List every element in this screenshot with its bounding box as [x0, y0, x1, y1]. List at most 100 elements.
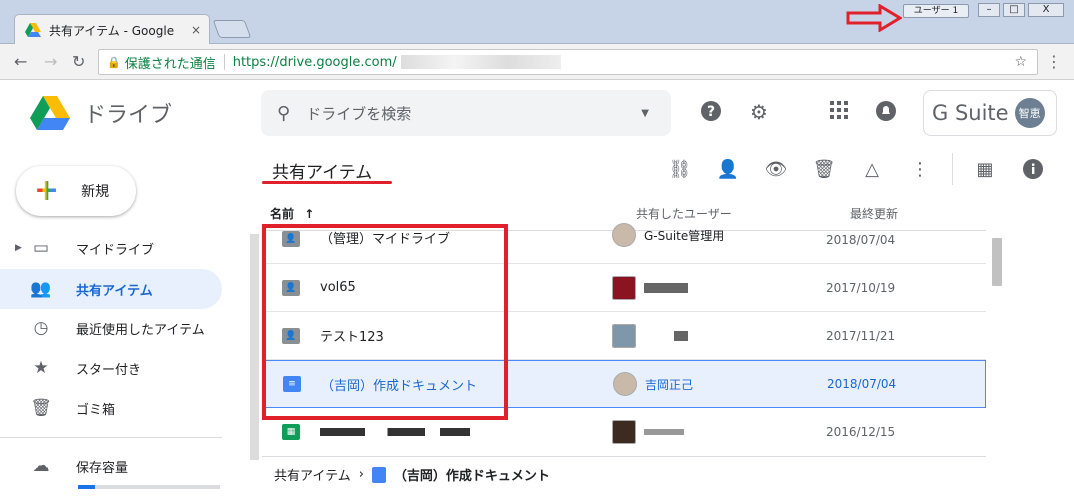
sidebar-item-label: 保存容量	[76, 460, 129, 476]
sidebar-item-starred[interactable]: ★ スター付き	[0, 348, 222, 388]
sidebar-item-label: マイドライブ	[76, 242, 155, 258]
modified-date: 2018/07/04	[826, 233, 896, 247]
storage-usage-bar	[78, 485, 220, 489]
address-bar[interactable]: 🔒 保護された通信 https://drive.google.com/ ☆	[98, 49, 1038, 75]
search-input[interactable]: ドライブを検索	[306, 103, 411, 124]
apps-grid-icon[interactable]	[827, 100, 851, 124]
trash-icon: 🗑	[30, 398, 52, 418]
info-icon[interactable]	[1021, 158, 1045, 182]
redacted-owner	[644, 429, 684, 435]
grid-view-icon[interactable]: ▦	[973, 158, 997, 182]
owner-cell	[612, 420, 826, 444]
cloud-icon: ☁	[32, 456, 50, 476]
more-actions-icon[interactable]: ⋮	[908, 158, 932, 182]
new-tab-button[interactable]	[212, 20, 252, 38]
close-window-button[interactable]: X	[1028, 3, 1064, 17]
gsuite-label: G Suite	[932, 101, 1009, 125]
sidebar-item-recent[interactable]: ◷ 最近使用したアイテム	[0, 308, 222, 348]
reload-icon[interactable]: ↻	[72, 52, 85, 71]
sidebar-item-shared[interactable]: 👥 共有アイテム	[0, 269, 222, 309]
drive-favicon-icon	[25, 23, 41, 37]
get-link-icon[interactable]: ⛓	[668, 158, 692, 182]
toolbar-separator	[952, 153, 953, 185]
tab-title: 共有アイテム - Google	[49, 23, 175, 38]
maximize-button[interactable]: □	[1003, 3, 1025, 17]
avatar	[612, 223, 636, 247]
breadcrumb-chevron-icon: ›	[358, 467, 364, 482]
plus-icon: +	[34, 173, 60, 208]
people-icon: 👥	[30, 279, 52, 299]
storage-usage-fill	[78, 485, 96, 489]
sidebar-divider	[0, 437, 222, 438]
gsuite-account-button[interactable]: G Suite 智恵	[923, 90, 1057, 136]
owner-cell	[612, 275, 826, 300]
sidebar-item-label: 共有アイテム	[76, 283, 153, 299]
sidebar-item-storage[interactable]: ☁ 保存容量	[0, 446, 222, 486]
bookmark-star-icon[interactable]: ☆	[1014, 54, 1027, 70]
search-options-icon[interactable]: ▼	[641, 108, 649, 119]
modified-date: 2017/11/21	[826, 328, 896, 343]
owner-name: 吉岡正己	[645, 377, 694, 392]
sidebar-item-label: ゴミ箱	[76, 402, 116, 418]
sidebar-item-trash[interactable]: 🗑 ゴミ箱	[0, 388, 222, 428]
modified-date: 2016/12/15	[826, 425, 896, 439]
breadcrumb-current[interactable]: （吉岡）作成ドキュメント	[394, 465, 550, 484]
back-icon[interactable]: ←	[14, 52, 27, 71]
user-profile-button[interactable]: ユーザー 1	[903, 4, 969, 18]
settings-gear-icon[interactable]: ⚙	[747, 100, 771, 124]
owner-name: G-Suite管理用	[644, 228, 725, 243]
sidebar-item-my-drive[interactable]: ▭ マイドライブ	[0, 228, 222, 268]
breadcrumb: 共有アイテム › （吉岡）作成ドキュメント	[262, 456, 986, 492]
drive-folder-icon: ▭	[32, 238, 50, 258]
avatar	[612, 323, 636, 348]
url-text: https://drive.google.com/	[232, 54, 397, 70]
modified-date: 2017/10/19	[826, 280, 896, 295]
help-icon[interactable]: ?	[699, 100, 723, 124]
redacted-owner	[644, 282, 688, 293]
star-icon: ★	[33, 358, 49, 378]
search-icon[interactable]: ⚲	[277, 103, 290, 124]
breadcrumb-root[interactable]: 共有アイテム	[274, 465, 351, 484]
google-sheets-icon: ▦	[282, 424, 300, 440]
new-button-label: 新規	[81, 184, 110, 200]
svg-text:?: ?	[707, 104, 715, 120]
avatar[interactable]: 智恵	[1014, 98, 1045, 128]
google-docs-icon	[371, 466, 386, 483]
file-name-redacted	[320, 425, 612, 440]
red-highlight-annotation	[262, 224, 508, 420]
forward-icon[interactable]: →	[44, 52, 57, 71]
drive-logo-icon	[30, 96, 70, 130]
lock-icon: 🔒	[107, 55, 121, 69]
drive-brand-label: ドライブ	[84, 103, 173, 128]
add-person-icon[interactable]: 👤	[716, 158, 740, 182]
avatar	[612, 420, 636, 444]
minimize-button[interactable]: –	[978, 3, 1000, 17]
modified-date: 2018/07/04	[827, 377, 897, 391]
clock-icon: ◷	[33, 318, 49, 338]
secure-label: 保護された通信	[124, 56, 216, 72]
redacted-owner	[674, 330, 688, 341]
owner-cell: G-Suite管理用	[612, 223, 826, 247]
delete-icon[interactable]: 🗑	[812, 158, 836, 182]
avatar	[613, 372, 637, 396]
sidebar-item-label: スター付き	[76, 362, 142, 378]
add-to-drive-icon[interactable]: △	[860, 158, 884, 182]
browser-menu-icon[interactable]: ⋮	[1046, 52, 1062, 71]
tab-close-icon[interactable]: ×	[191, 23, 201, 37]
red-underline-annotation	[262, 181, 392, 184]
page-title[interactable]: 共有アイテム	[272, 158, 372, 183]
address-separator	[223, 54, 225, 70]
new-button[interactable]: + 新規	[16, 166, 136, 216]
notifications-bell-icon[interactable]	[874, 100, 898, 124]
sidebar-item-label: 最近使用したアイテム	[76, 322, 205, 338]
redacted-url	[400, 55, 561, 69]
list-scrollbar[interactable]	[992, 238, 1002, 286]
list-left-gutter	[250, 234, 259, 460]
search-bar[interactable]: ⚲ ドライブを検索 ▼	[261, 90, 671, 136]
browser-tab[interactable]: 共有アイテム - Google ×	[14, 14, 210, 45]
avatar	[612, 275, 636, 300]
preview-eye-icon[interactable]: 👁	[764, 158, 788, 182]
owner-cell	[612, 323, 826, 348]
owner-cell: 吉岡正己	[613, 372, 827, 396]
red-arrow-annotation-icon	[846, 4, 902, 32]
